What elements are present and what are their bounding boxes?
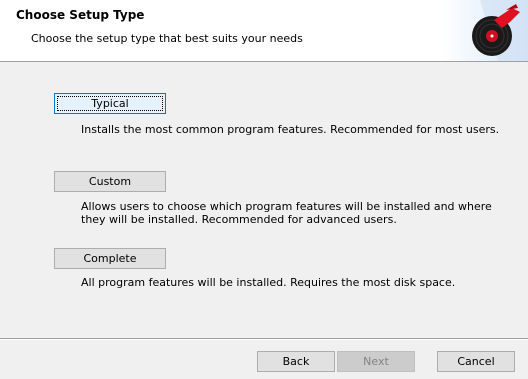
back-button[interactable]: Back <box>257 351 335 372</box>
complete-button[interactable]: Complete <box>54 248 166 269</box>
footer-divider <box>0 338 528 340</box>
vinyl-record-icon <box>440 0 528 61</box>
custom-button[interactable]: Custom <box>54 171 166 192</box>
typical-button[interactable]: Typical <box>54 93 166 114</box>
typical-description: Installs the most common program feature… <box>81 123 500 136</box>
header-banner: Choose Setup Type Choose the setup type … <box>0 0 528 62</box>
page-title: Choose Setup Type <box>16 8 145 22</box>
custom-description-line-1: Allows users to choose which program fea… <box>81 200 492 213</box>
next-button[interactable]: Next <box>337 351 415 372</box>
page-subtitle: Choose the setup type that best suits yo… <box>31 32 303 45</box>
cancel-button[interactable]: Cancel <box>437 351 515 372</box>
complete-description: All program features will be installed. … <box>81 276 456 289</box>
custom-description-line-2: they will be installed. Recommended for … <box>81 213 397 226</box>
